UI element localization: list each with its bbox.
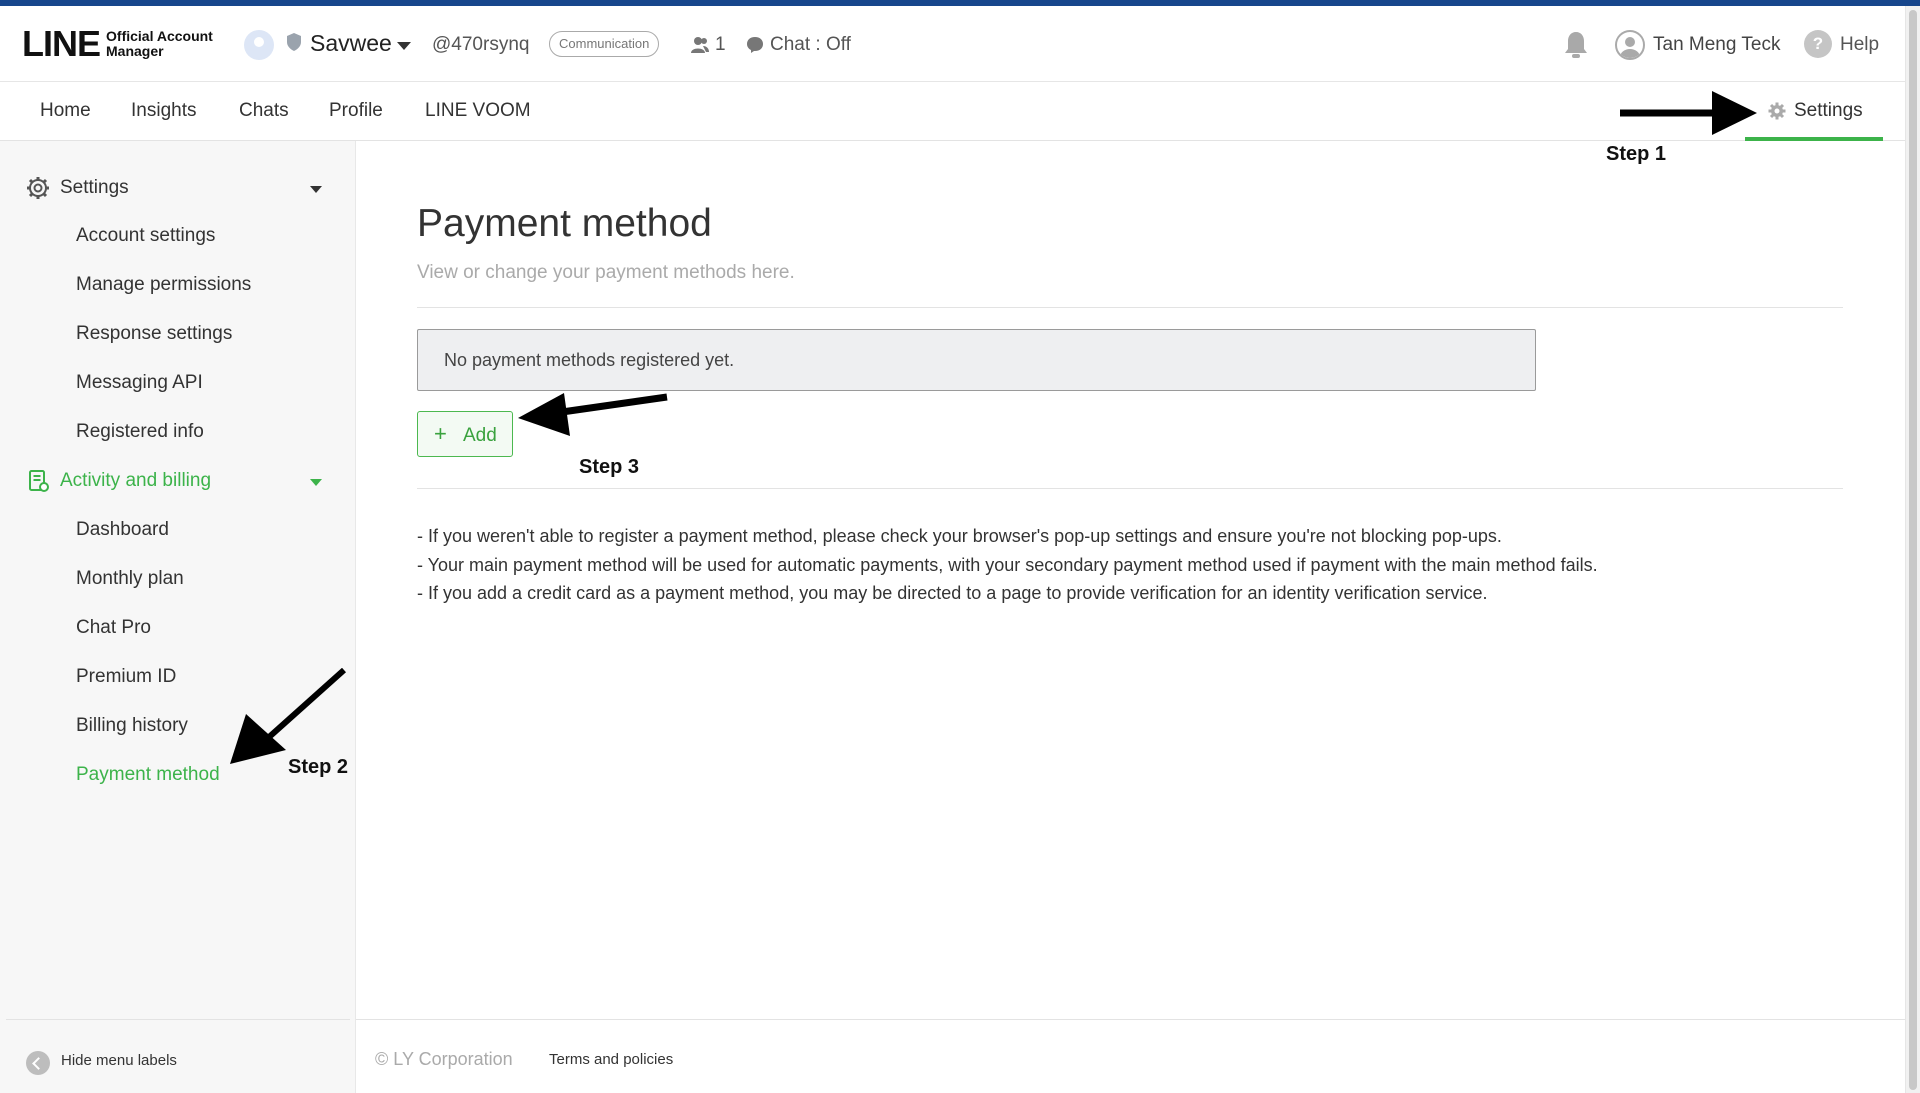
account-name[interactable]: Savwee [310, 30, 392, 57]
copyright: © LY Corporation [375, 1049, 513, 1069]
note-item: - If you add a credit card as a payment … [417, 583, 1488, 603]
help-link[interactable]: Help [1840, 34, 1879, 56]
sidebar-item-monthly-plan[interactable]: Monthly plan [76, 568, 184, 590]
friends-count: 1 [715, 34, 726, 55]
add-button-label: Add [463, 425, 497, 446]
bell-icon[interactable] [1562, 30, 1590, 60]
chevron-down-icon[interactable] [310, 479, 322, 486]
page-scrollbar[interactable] [1905, 6, 1920, 1093]
tab-line-voom[interactable]: LINE VOOM [425, 100, 531, 122]
sidebar-item-manage-permissions[interactable]: Manage permissions [76, 274, 251, 296]
gear-icon [1768, 102, 1786, 120]
account-id: @470rsynq [432, 34, 530, 55]
notes-list: - If you weren't able to register a paym… [417, 522, 1598, 608]
sidebar: Settings Account settings Manage permiss… [0, 141, 356, 1093]
chevron-down-icon[interactable] [310, 186, 322, 193]
sidebar-item-payment-method[interactable]: Payment method [76, 764, 220, 786]
sidebar-section-settings-label: Settings [60, 177, 129, 198]
note-item: - If you weren't able to register a paym… [417, 526, 1502, 546]
gear-icon [27, 177, 49, 199]
help-icon[interactable]: ? [1804, 30, 1832, 58]
app-header: LINE Official Account Manager Savwee @47… [0, 6, 1905, 82]
annotation-step2: Step 2 [288, 756, 349, 778]
sidebar-divider [6, 1019, 350, 1020]
line-oa-logo[interactable]: LINE Official Account Manager [22, 26, 213, 62]
sidebar-section-activity-billing[interactable]: Activity and billing [26, 469, 211, 493]
sidebar-item-billing-history[interactable]: Billing history [76, 715, 188, 737]
account-switcher-caret-icon[interactable] [397, 42, 411, 50]
tab-home[interactable]: Home [40, 100, 91, 122]
divider [417, 307, 1843, 308]
empty-state-box: No payment methods registered yet. [417, 329, 1536, 391]
user-avatar[interactable] [1615, 30, 1645, 60]
add-payment-method-button[interactable]: + Add [417, 411, 513, 457]
plan-badge: Communication [549, 31, 660, 57]
hide-menu-labels-button[interactable]: Hide menu labels [61, 1052, 177, 1069]
chat-bubble-icon [747, 37, 763, 53]
annotation-step1: Step 1 [1606, 143, 1667, 165]
friends-icon [691, 37, 709, 53]
sidebar-item-dashboard[interactable]: Dashboard [76, 519, 169, 541]
logo-main-text: LINE [22, 23, 101, 64]
annotation-arrow-step1 [1620, 91, 1757, 135]
billing-doc-icon [29, 470, 49, 492]
terms-link[interactable]: Terms and policies [549, 1051, 673, 1068]
sidebar-item-premium-id[interactable]: Premium ID [76, 666, 176, 688]
logo-sub-text: Official Account Manager [106, 29, 213, 59]
annotation-step3: Step 3 [579, 456, 640, 478]
tab-insights[interactable]: Insights [131, 100, 196, 122]
note-item: - Your main payment method will be used … [417, 554, 1598, 575]
sidebar-item-account-settings[interactable]: Account settings [76, 225, 215, 247]
user-name[interactable]: Tan Meng Teck [1653, 34, 1780, 56]
logo-line-2: Manager [106, 43, 164, 59]
chat-status[interactable]: Chat : Off [770, 34, 851, 56]
tab-chats[interactable]: Chats [239, 100, 289, 122]
page-subtitle: View or change your payment methods here… [417, 262, 795, 283]
tab-settings[interactable]: Settings [1745, 82, 1883, 141]
sidebar-item-response-settings[interactable]: Response settings [76, 323, 232, 345]
sidebar-item-registered-info[interactable]: Registered info [76, 421, 204, 443]
footer-divider [356, 1019, 1905, 1020]
sidebar-section-activity-billing-label: Activity and billing [60, 470, 212, 491]
sidebar-item-chat-pro[interactable]: Chat Pro [76, 617, 151, 639]
shield-icon [287, 33, 301, 51]
logo-line-1: Official Account [106, 28, 213, 44]
empty-state-message: No payment methods registered yet. [444, 350, 735, 370]
page-title: Payment method [417, 202, 712, 245]
divider [417, 488, 1843, 489]
sidebar-item-messaging-api[interactable]: Messaging API [76, 372, 203, 394]
scrollbar-thumb[interactable] [1909, 10, 1917, 1090]
annotation-arrow-step3 [518, 393, 668, 436]
tab-profile[interactable]: Profile [329, 100, 383, 122]
account-avatar[interactable] [244, 30, 274, 60]
chevron-left-icon[interactable] [26, 1051, 50, 1075]
plus-icon: + [434, 421, 447, 446]
sidebar-section-settings[interactable]: Settings [26, 176, 129, 200]
tab-settings-label: Settings [1794, 100, 1863, 121]
